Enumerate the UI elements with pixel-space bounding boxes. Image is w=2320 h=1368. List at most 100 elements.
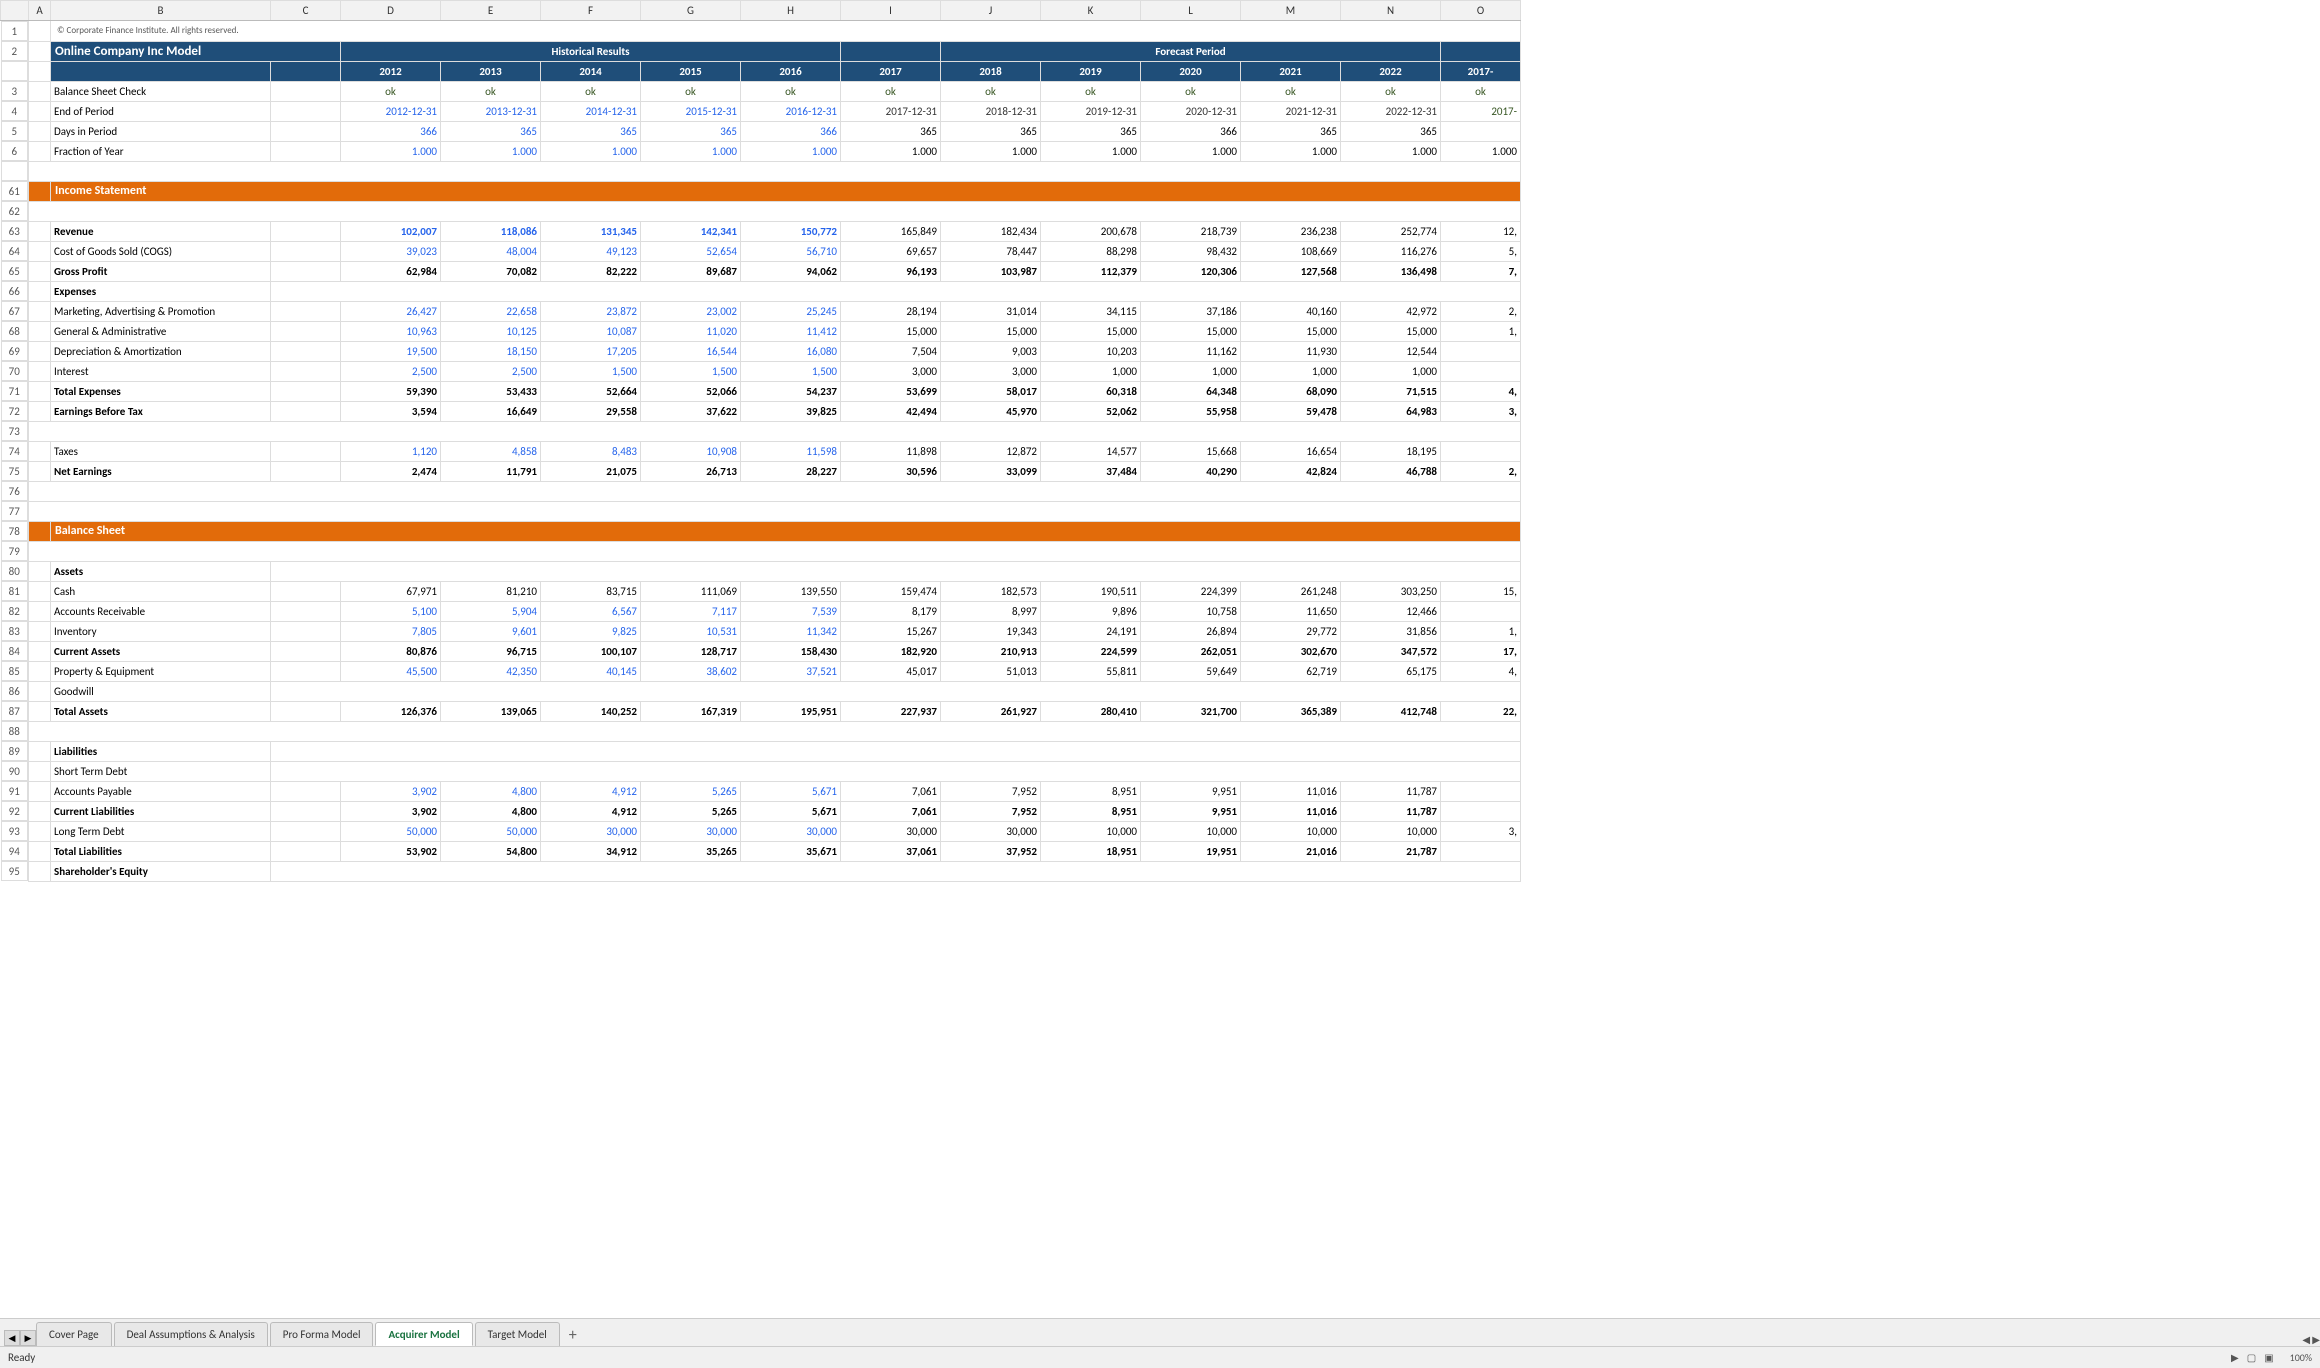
r84-label: Current Assets — [51, 641, 271, 661]
r68-n: 15,000 — [1341, 321, 1441, 341]
r74-e: 4,858 — [441, 441, 541, 461]
view-page[interactable]: ▣ — [2264, 1351, 2273, 1364]
col-header-m[interactable]: M — [1241, 1, 1341, 21]
r5-d: 366 — [341, 121, 441, 141]
r85-m: 62,719 — [1241, 661, 1341, 681]
r72-n: 64,983 — [1341, 401, 1441, 421]
r69-j: 9,003 — [941, 341, 1041, 361]
tab-add-button[interactable]: + — [562, 1324, 584, 1346]
r85-g: 38,602 — [641, 661, 741, 681]
rownum-62: 62 — [1, 201, 29, 221]
r71-d: 59,390 — [341, 381, 441, 401]
row-87: 87 Total Assets 126,376 139,065 140,252 … — [1, 701, 1521, 721]
tab-scroll-left[interactable]: ◀ — [4, 1330, 20, 1346]
tab-deal-assumptions[interactable]: Deal Assumptions & Analysis — [114, 1322, 268, 1346]
view-normal[interactable]: ▶ — [2231, 1351, 2239, 1364]
r83-n: 31,856 — [1341, 621, 1441, 641]
col-header-o[interactable]: O — [1441, 1, 1521, 21]
r65-o: 7, — [1441, 261, 1521, 281]
r5-m: 365 — [1241, 121, 1341, 141]
tab-scroll-right[interactable]: ▶ — [20, 1330, 36, 1346]
r2-o — [1441, 41, 1521, 61]
col-header-b[interactable]: B — [51, 1, 271, 21]
r5-e: 365 — [441, 121, 541, 141]
r92-j: 7,952 — [941, 801, 1041, 821]
r91-c — [271, 781, 341, 801]
row-63: 63 Revenue 102,007 118,086 131,345 142,3… — [1, 221, 1521, 241]
r1-a — [29, 21, 51, 42]
r71-k: 60,318 — [1041, 381, 1141, 401]
rownum-75: 75 — [1, 461, 29, 481]
row-64: 64 Cost of Goods Sold (COGS) 39,023 48,0… — [1, 241, 1521, 261]
r3-label: Balance Sheet Check — [51, 81, 271, 101]
rownum-65: 65 — [1, 261, 29, 281]
tab-cover-page[interactable]: Cover Page — [36, 1322, 112, 1346]
r75-c — [271, 461, 341, 481]
r92-label: Current Liabilities — [51, 801, 271, 821]
r68-h: 11,412 — [741, 321, 841, 341]
r84-a — [29, 641, 51, 661]
r74-m: 16,654 — [1241, 441, 1341, 461]
rownum-73: 73 — [1, 421, 29, 441]
r92-k: 8,951 — [1041, 801, 1141, 821]
r67-j: 31,014 — [941, 301, 1041, 321]
r84-k: 224,599 — [1041, 641, 1141, 661]
r85-j: 51,013 — [941, 661, 1041, 681]
r5-k: 365 — [1041, 121, 1141, 141]
r87-label: Total Assets — [51, 701, 271, 721]
col-header-k[interactable]: K — [1041, 1, 1141, 21]
r81-n: 303,250 — [1341, 581, 1441, 601]
r6-f: 1.000 — [541, 141, 641, 161]
r75-h: 28,227 — [741, 461, 841, 481]
r85-h: 37,521 — [741, 661, 841, 681]
r70-n: 1,000 — [1341, 361, 1441, 381]
r82-label: Accounts Receivable — [51, 601, 271, 621]
col-header-e[interactable]: E — [441, 1, 541, 21]
row-year-headers: 2012 2013 2014 2015 2016 2017 2018 2019 … — [1, 61, 1521, 81]
status-bar: Ready ▶ ▢ ▣ 100% — [0, 1346, 2320, 1368]
r64-m: 108,669 — [1241, 241, 1341, 261]
r6-n: 1.000 — [1341, 141, 1441, 161]
col-header-a[interactable]: A — [29, 1, 51, 21]
col-header-h[interactable]: H — [741, 1, 841, 21]
r5-i: 365 — [841, 121, 941, 141]
r65-a — [29, 261, 51, 281]
r2-title: Online Company Inc Model — [51, 41, 341, 61]
col-header-l[interactable]: L — [1141, 1, 1241, 21]
r67-i: 28,194 — [841, 301, 941, 321]
r70-d: 2,500 — [341, 361, 441, 381]
r68-m: 15,000 — [1241, 321, 1341, 341]
row-77: 77 — [1, 501, 1521, 521]
col-header-c[interactable]: C — [271, 1, 341, 21]
col-header-i[interactable]: I — [841, 1, 941, 21]
r68-g: 11,020 — [641, 321, 741, 341]
tab-target[interactable]: Target Model — [475, 1322, 560, 1346]
rownum-95: 95 — [1, 861, 29, 881]
r63-j: 182,434 — [941, 221, 1041, 241]
r87-e: 139,065 — [441, 701, 541, 721]
r85-l: 59,649 — [1141, 661, 1241, 681]
col-header-d[interactable]: D — [341, 1, 441, 21]
r5-c — [271, 121, 341, 141]
r95-a — [29, 861, 51, 881]
r6-e: 1.000 — [441, 141, 541, 161]
r75-m: 42,824 — [1241, 461, 1341, 481]
col-header-j[interactable]: J — [941, 1, 1041, 21]
r68-f: 10,087 — [541, 321, 641, 341]
r6-m: 1.000 — [1241, 141, 1341, 161]
tab-acquirer[interactable]: Acquirer Model — [375, 1322, 472, 1346]
r93-m: 10,000 — [1241, 821, 1341, 841]
tab-proforma[interactable]: Pro Forma Model — [270, 1322, 374, 1346]
rownum-1: 1 — [1, 21, 29, 41]
r74-h: 11,598 — [741, 441, 841, 461]
corner-cell — [1, 1, 29, 21]
r64-e: 48,004 — [441, 241, 541, 261]
rownum-70: 70 — [1, 361, 29, 381]
r81-h: 139,550 — [741, 581, 841, 601]
col-header-f[interactable]: F — [541, 1, 641, 21]
r87-l: 321,700 — [1141, 701, 1241, 721]
col-header-g[interactable]: G — [641, 1, 741, 21]
r73-cells — [29, 421, 1521, 441]
col-header-n[interactable]: N — [1341, 1, 1441, 21]
view-layout[interactable]: ▢ — [2247, 1351, 2256, 1364]
